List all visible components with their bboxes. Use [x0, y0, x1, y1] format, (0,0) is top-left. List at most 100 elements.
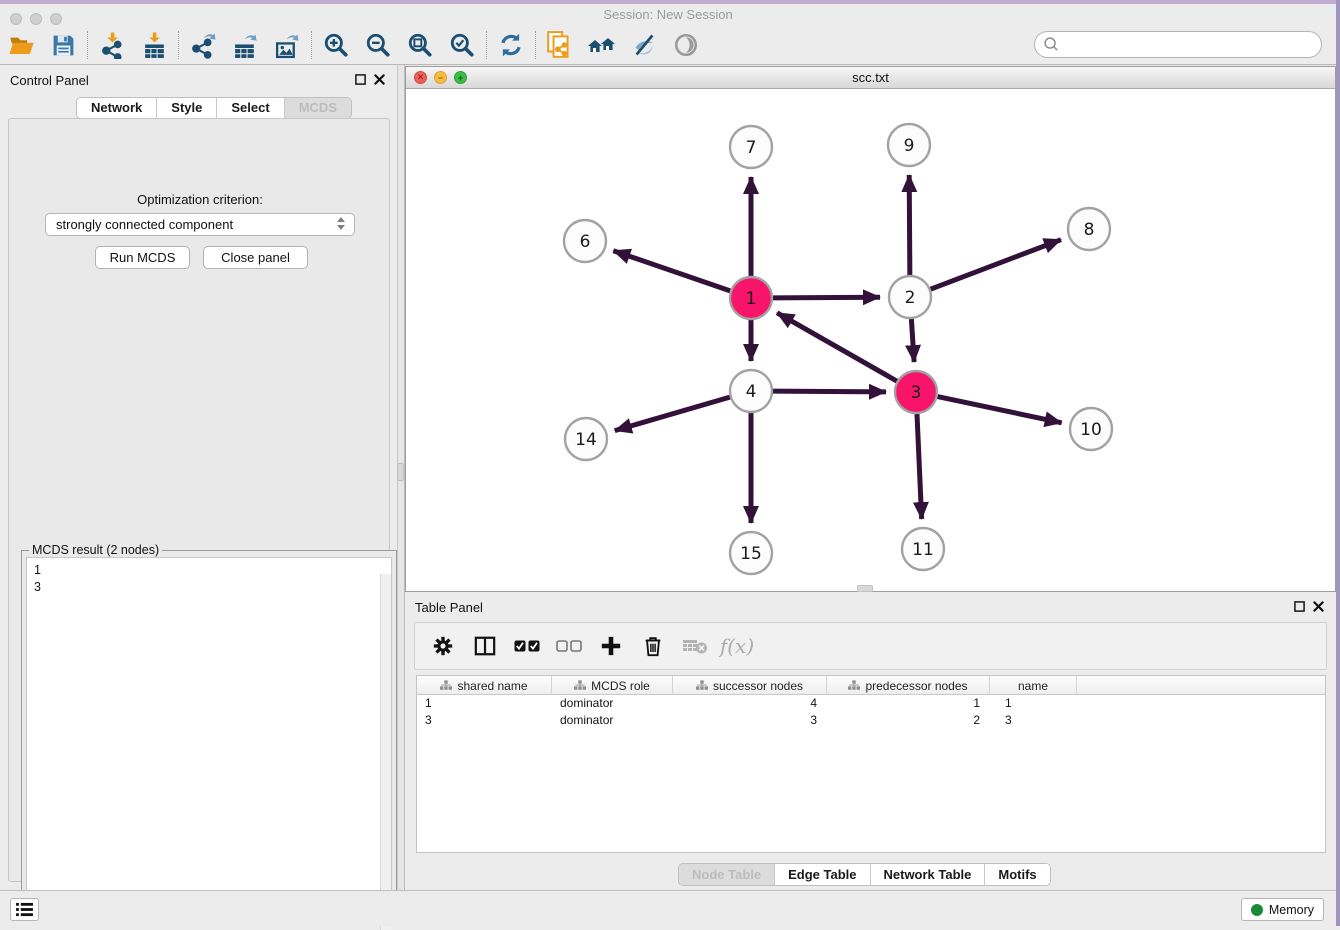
graph-node-7[interactable]: 7 — [730, 126, 772, 168]
edge-4-to-3[interactable] — [773, 391, 886, 392]
edge-2-to-3[interactable] — [911, 319, 914, 362]
column-header[interactable]: successor nodes — [673, 676, 827, 695]
node-label: 10 — [1080, 420, 1102, 440]
tab-network-table[interactable]: Network Table — [871, 864, 986, 885]
tab-select[interactable]: Select — [217, 98, 284, 118]
search-input[interactable] — [1034, 31, 1322, 58]
zoom-selected-icon[interactable] — [441, 28, 483, 62]
delete-column-icon[interactable] — [677, 628, 713, 664]
edge-3-to-10[interactable] — [938, 397, 1062, 423]
edge-2-to-8[interactable] — [931, 240, 1061, 290]
select-all-icon[interactable] — [509, 628, 545, 664]
graph-node-6[interactable]: 6 — [564, 220, 606, 262]
graph-node-15[interactable]: 15 — [730, 532, 772, 574]
column-header[interactable]: shared name — [417, 676, 552, 695]
minimize-window-icon[interactable] — [30, 13, 42, 25]
horizontal-splitter-grip[interactable] — [857, 585, 873, 592]
graph-node-14[interactable]: 14 — [565, 418, 607, 460]
vertical-splitter[interactable] — [397, 65, 405, 890]
hide-details-icon[interactable] — [623, 28, 665, 62]
import-table-icon[interactable] — [133, 28, 175, 62]
graph-node-4[interactable]: 4 — [730, 370, 772, 412]
edge-3-to-11[interactable] — [917, 414, 922, 519]
tab-motifs[interactable]: Motifs — [985, 864, 1049, 885]
first-neighbors-icon[interactable] — [581, 28, 623, 62]
task-history-button[interactable] — [10, 898, 39, 921]
export-image-icon[interactable] — [266, 28, 308, 62]
tab-style[interactable]: Style — [157, 98, 217, 118]
function-builder-icon[interactable]: f(x) — [719, 628, 755, 664]
show-columns-icon[interactable] — [467, 628, 503, 664]
edge-1-to-6[interactable] — [613, 251, 730, 291]
cell-mcds-role[interactable]: dominator — [552, 712, 673, 729]
graph-node-8[interactable]: 8 — [1068, 208, 1110, 250]
save-session-icon[interactable] — [42, 28, 84, 62]
close-window-icon[interactable] — [10, 13, 22, 25]
clone-network-icon[interactable] — [539, 28, 581, 62]
export-network-icon[interactable] — [182, 28, 224, 62]
edge-2-to-9[interactable] — [909, 175, 910, 275]
cell-successor-nodes[interactable]: 4 — [673, 695, 827, 712]
search-box[interactable] — [1034, 31, 1322, 58]
apply-layout-icon[interactable] — [490, 28, 532, 62]
cell-shared-name[interactable]: 3 — [417, 712, 552, 729]
edge-1-to-2[interactable] — [773, 297, 880, 298]
zoom-window-icon[interactable] — [50, 13, 62, 25]
deselect-all-icon[interactable] — [551, 628, 587, 664]
criterion-dropdown[interactable]: strongly connected component — [45, 213, 355, 236]
desktop-right-strip — [1336, 0, 1340, 926]
close-view-icon[interactable]: ✕ — [414, 71, 427, 84]
import-network-icon[interactable] — [91, 28, 133, 62]
network-window-titlebar[interactable]: ✕ − + scc.txt — [406, 67, 1335, 89]
add-column-icon[interactable] — [593, 628, 629, 664]
close-panel-icon[interactable] — [374, 74, 385, 85]
graph-node-10[interactable]: 10 — [1070, 408, 1112, 450]
cell-shared-name[interactable]: 1 — [417, 695, 552, 712]
cell-mcds-role[interactable]: dominator — [552, 695, 673, 712]
minimize-view-icon[interactable]: − — [434, 71, 447, 84]
network-title: scc.txt — [406, 67, 1335, 89]
result-scrollbar[interactable] — [380, 574, 391, 930]
graph-node-1[interactable]: 1 — [730, 277, 772, 319]
mcds-result-text[interactable]: 1 3 — [26, 557, 392, 913]
close-panel-icon[interactable] — [1313, 601, 1324, 612]
tab-edge-table[interactable]: Edge Table — [775, 864, 870, 885]
table-settings-icon[interactable] — [425, 628, 461, 664]
graph-node-2[interactable]: 2 — [889, 276, 931, 318]
edge-3-to-1[interactable] — [777, 313, 897, 381]
graph-node-3[interactable]: 3 — [895, 371, 937, 413]
birds-eye-icon[interactable] — [665, 28, 707, 62]
cell-predecessor-nodes[interactable]: 1 — [827, 695, 990, 712]
maximize-view-icon[interactable]: + — [454, 71, 467, 84]
close-panel-button[interactable]: Close panel — [203, 246, 308, 269]
column-header[interactable]: name — [990, 676, 1077, 695]
tab-network[interactable]: Network — [77, 98, 157, 118]
column-header[interactable]: predecessor nodes — [827, 676, 990, 695]
export-table-icon[interactable] — [224, 28, 266, 62]
cell-predecessor-nodes[interactable]: 2 — [827, 712, 990, 729]
zoom-fit-icon[interactable] — [399, 28, 441, 62]
node-label: 15 — [740, 544, 762, 564]
tab-mcds[interactable]: MCDS — [285, 98, 351, 118]
zoom-out-icon[interactable] — [357, 28, 399, 62]
run-mcds-button[interactable]: Run MCDS — [95, 246, 190, 269]
delete-row-icon[interactable] — [635, 628, 671, 664]
table-row[interactable]: 1 dominator 4 1 1 — [417, 695, 1325, 712]
float-panel-icon[interactable] — [355, 74, 366, 85]
open-file-icon[interactable] — [0, 28, 42, 62]
table-row[interactable]: 3 dominator 3 2 3 — [417, 712, 1325, 729]
splitter-grip[interactable] — [397, 463, 404, 481]
graph-node-9[interactable]: 9 — [888, 124, 930, 166]
cell-name[interactable]: 3 — [990, 712, 1077, 729]
tab-node-table[interactable]: Node Table — [679, 864, 775, 885]
column-header[interactable]: MCDS role — [552, 676, 673, 695]
edge-4-to-14[interactable] — [615, 397, 730, 430]
cell-name[interactable]: 1 — [990, 695, 1077, 712]
cell-successor-nodes[interactable]: 3 — [673, 712, 827, 729]
graph-node-11[interactable]: 11 — [902, 528, 944, 570]
memory-button[interactable]: Memory — [1241, 898, 1324, 921]
network-canvas[interactable]: 7 9 6 8 1 2 4 3 14 10 15 11 — [406, 89, 1335, 591]
window-controls[interactable] — [10, 13, 62, 25]
float-panel-icon[interactable] — [1294, 601, 1305, 612]
zoom-in-icon[interactable] — [315, 28, 357, 62]
